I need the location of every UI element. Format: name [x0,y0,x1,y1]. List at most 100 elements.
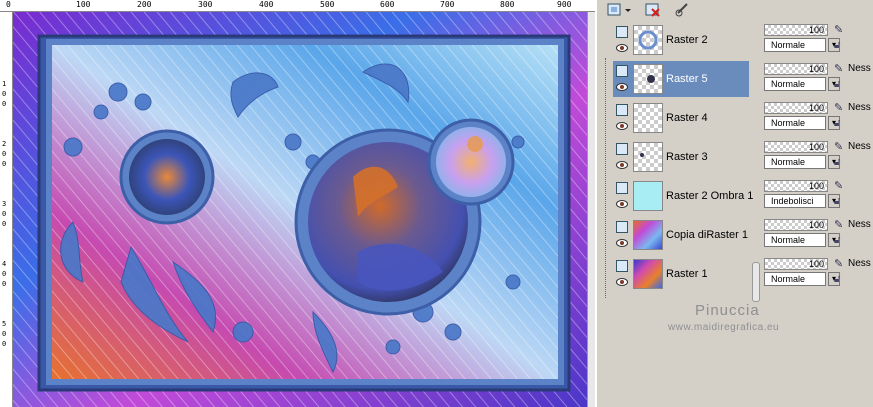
layer-properties: 100 Normale ▾ ✎ 🔓︎ Ness [762,217,873,253]
ruler-label: 0 [2,100,7,108]
layer-thumbnail [633,181,663,211]
eye-icon[interactable] [616,200,628,208]
layer-thumbnail [633,25,663,55]
eye-icon[interactable] [616,122,628,130]
opacity-slider[interactable]: 100 [764,180,828,192]
brush-icon[interactable]: ✎ [834,258,848,270]
mask-text: Ness [848,63,871,74]
layer-row-raster-4[interactable]: Raster 4 [613,100,749,136]
opacity-slider[interactable]: 100 [764,102,828,114]
watermark-url: www.maidiregrafica.eu [668,322,780,333]
eye-icon[interactable] [616,239,628,247]
lock-icon[interactable]: 🔓︎ [834,79,848,91]
raster-layer-icon [616,260,628,272]
blend-mode-select[interactable]: Normale [764,272,826,286]
layer-name: Raster 2 [666,34,708,46]
opacity-slider[interactable]: 100 [764,141,828,153]
opacity-slider[interactable]: 100 [764,219,828,231]
lock-icon[interactable]: 🔓︎ [834,157,848,169]
ruler-label: 0 [2,90,7,98]
layer-row-raster-1[interactable]: Raster 1 [613,256,749,292]
brush-icon[interactable]: ✎ [834,180,848,192]
layer-thumbnail [633,220,663,250]
ruler-label: 300 [198,0,213,9]
blend-mode-select[interactable]: Normale [764,38,826,52]
ruler-label: 1 [2,80,7,88]
layer-thumbnail [633,64,663,94]
chevron-down-icon[interactable] [623,1,633,19]
ruler-label: 0 [2,150,7,158]
brush-icon[interactable]: ✎ [834,141,848,153]
layer-row-raster-3[interactable]: Raster 3 [613,139,749,175]
tree-connector [605,58,607,298]
raster-layer-icon [616,26,628,38]
blend-mode-select[interactable]: Normale [764,155,826,169]
ruler-label: 0 [2,210,7,218]
ruler-label: 0 [2,220,7,228]
brush-icon[interactable]: ✎ [834,219,848,231]
raster-layer-icon [616,143,628,155]
layer-list: Raster 2 Raster 5 Raster 4 Raster 3 Rast… [597,22,873,407]
layer-name: Raster 1 [666,268,708,280]
opacity-slider[interactable]: 100 [764,258,828,270]
ruler-label: 700 [440,0,455,9]
brush-icon[interactable]: ✎ [834,63,848,75]
layer-row-raster-2-ombra-1[interactable]: Raster 2 Ombra 1 [613,178,753,214]
ruler-label: 0 [2,280,7,288]
brush-icon[interactable]: ✎ [834,24,848,36]
layer-properties: 100 Normale ▾ ✎ 🔓︎ Ness [762,139,873,175]
raster-layer-icon [616,104,628,116]
layer-row-raster-2[interactable]: Raster 2 [613,22,749,58]
ruler-label: 200 [137,0,152,9]
lock-icon[interactable]: 🔓︎ [834,235,848,247]
eye-icon[interactable] [616,278,628,286]
canvas-vertical-scrollbar[interactable] [587,12,595,407]
raster-layer-icon [616,65,628,77]
ruler-label: 100 [76,0,91,9]
blend-mode-select[interactable]: Normale [764,233,826,247]
ruler-label: 4 [2,260,7,268]
ruler-label: 5 [2,320,7,328]
layer-row-copia-di-raster-1[interactable]: Copia diRaster 1 [613,217,749,253]
brush-icon[interactable]: ✎ [834,102,848,114]
layer-name: Raster 2 Ombra 1 [666,190,754,202]
ruler-label: 500 [320,0,335,9]
panel-scrollbar[interactable] [752,262,760,302]
lock-icon[interactable]: 🔓︎ [834,118,848,130]
new-layer-icon[interactable] [605,1,625,19]
ruler-label: 600 [380,0,395,9]
lock-icon[interactable]: 🔓︎ [834,274,848,286]
vertical-ruler: 1 0 0 2 0 0 3 0 0 4 0 0 5 0 0 [0,12,13,407]
blend-mode-select[interactable]: Normale [764,77,826,91]
ruler-label: 900 [557,0,572,9]
ruler-label: 0 [2,270,7,278]
opacity-slider[interactable]: 100 [764,24,828,36]
layer-name: Raster 3 [666,151,708,163]
horizontal-ruler: 0 100 200 300 400 500 600 700 800 900 [0,0,595,12]
ruler-label: 3 [2,200,7,208]
layer-thumbnail [633,142,663,172]
ruler-label: 0 [2,330,7,338]
ruler-label: 800 [500,0,515,9]
eye-icon[interactable] [616,44,628,52]
blend-mode-select[interactable]: Normale [764,116,826,130]
ruler-label: 0 [2,160,7,168]
layer-name: Raster 4 [666,112,708,124]
link-icon[interactable] [673,1,693,19]
mask-text: Ness [848,258,871,269]
eye-icon[interactable] [616,83,628,91]
layer-properties: 100 Normale ▾ ✎ 🔓︎ Ness [762,61,873,97]
blend-mode-select[interactable]: Indebolisci [764,194,826,208]
mask-text: Ness [848,102,871,113]
eye-icon[interactable] [616,161,628,169]
layer-thumbnail [633,259,663,289]
opacity-slider[interactable]: 100 [764,63,828,75]
ruler-label: 0 [6,0,11,9]
delete-layer-icon[interactable] [643,1,663,19]
layer-properties: 100 Indebolisci ▾ ✎ 🔓︎ [762,178,873,214]
image-canvas[interactable] [13,12,587,407]
lock-icon[interactable]: 🔓︎ [834,40,848,52]
layer-row-raster-5[interactable]: Raster 5 [613,61,749,97]
lock-icon[interactable]: 🔓︎ [834,196,848,208]
mask-text: Ness [848,219,871,230]
